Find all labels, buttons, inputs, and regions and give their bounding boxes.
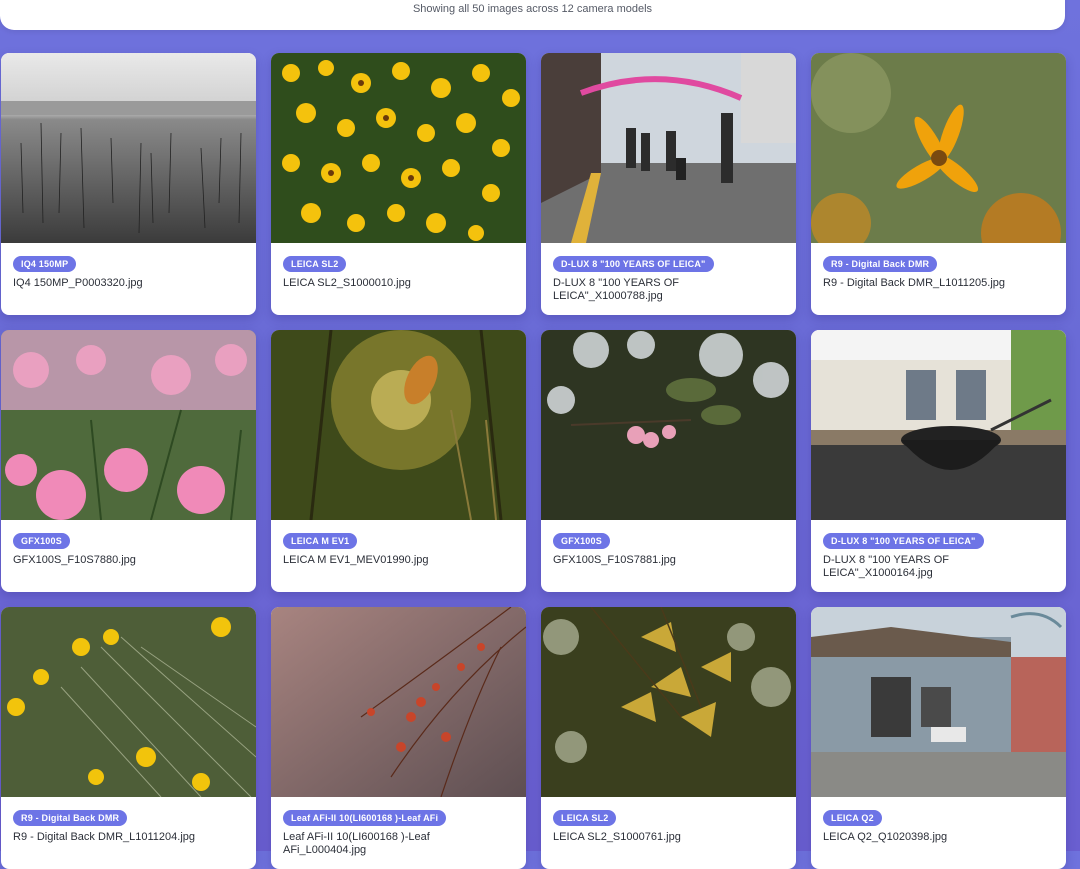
image-filename: LEICA M EV1_MEV01990.jpg xyxy=(283,554,429,566)
image-card[interactable]: D-LUX 8 "100 YEARS OF LEICA" D-LUX 8 "10… xyxy=(811,330,1066,592)
image-card[interactable]: D-LUX 8 "100 YEARS OF LEICA" D-LUX 8 "10… xyxy=(541,53,796,315)
image-thumbnail[interactable] xyxy=(541,53,796,243)
image-card[interactable]: Leaf AFi-II 10(LI600168 )-Leaf AFi Leaf … xyxy=(271,607,526,869)
image-thumbnail[interactable] xyxy=(271,330,526,520)
image-filename: LEICA Q2_Q1020398.jpg xyxy=(823,831,948,843)
image-card[interactable]: LEICA SL2 LEICA SL2_S1000010.jpg xyxy=(271,53,526,315)
image-card[interactable]: R9 - Digital Back DMR R9 - Digital Back … xyxy=(811,53,1066,315)
image-thumbnail[interactable] xyxy=(271,607,526,797)
image-filename: R9 - Digital Back DMR_L1011205.jpg xyxy=(823,277,1005,289)
image-card[interactable]: GFX100S GFX100S_F10S7880.jpg xyxy=(1,330,256,592)
image-card[interactable]: LEICA SL2 LEICA SL2_S1000761.jpg xyxy=(541,607,796,869)
camera-badge: D-LUX 8 "100 YEARS OF LEICA" xyxy=(823,533,984,549)
camera-badge: R9 - Digital Back DMR xyxy=(823,256,938,272)
camera-badge: R9 - Digital Back DMR xyxy=(13,810,128,826)
camera-badge: D-LUX 8 "100 YEARS OF LEICA" xyxy=(553,256,714,272)
image-card[interactable]: LEICA Q2 LEICA Q2_Q1020398.jpg xyxy=(811,607,1066,869)
image-filename: D-LUX 8 "100 YEARS OF LEICA"_X1000164.jp… xyxy=(823,554,949,579)
image-thumbnail[interactable] xyxy=(541,607,796,797)
image-thumbnail[interactable] xyxy=(271,53,526,243)
image-filename: LEICA SL2_S1000010.jpg xyxy=(283,277,411,289)
image-card[interactable]: R9 - Digital Back DMR R9 - Digital Back … xyxy=(1,607,256,869)
image-thumbnail[interactable] xyxy=(1,607,256,797)
camera-badge: LEICA SL2 xyxy=(553,810,617,826)
image-thumbnail[interactable] xyxy=(1,53,256,243)
image-thumbnail[interactable] xyxy=(541,330,796,520)
camera-badge: IQ4 150MP xyxy=(13,256,77,272)
image-filename: GFX100S_F10S7881.jpg xyxy=(553,554,676,566)
image-thumbnail[interactable] xyxy=(811,607,1066,797)
camera-badge: LEICA Q2 xyxy=(823,810,882,826)
image-thumbnail[interactable] xyxy=(811,53,1066,243)
image-grid: IQ4 150MP IQ4 150MP_P0003320.jpg LEICA S… xyxy=(1,53,1066,869)
image-filename: Leaf AFi-II 10(LI600168 )-Leaf AFi_L0004… xyxy=(283,831,430,856)
camera-badge: GFX100S xyxy=(553,533,610,549)
image-thumbnail[interactable] xyxy=(1,330,256,520)
image-filename: R9 - Digital Back DMR_L1011204.jpg xyxy=(13,831,195,843)
image-filename: IQ4 150MP_P0003320.jpg xyxy=(13,277,143,289)
camera-badge: Leaf AFi-II 10(LI600168 )-Leaf AFi xyxy=(283,810,447,826)
image-card[interactable]: LEICA M EV1 LEICA M EV1_MEV01990.jpg xyxy=(271,330,526,592)
gallery-header: Showing all 50 images across 12 camera m… xyxy=(0,0,1065,30)
image-thumbnail[interactable] xyxy=(811,330,1066,520)
image-card[interactable]: GFX100S GFX100S_F10S7881.jpg xyxy=(541,330,796,592)
camera-badge: LEICA SL2 xyxy=(283,256,347,272)
image-filename: LEICA SL2_S1000761.jpg xyxy=(553,831,681,843)
image-card[interactable]: IQ4 150MP IQ4 150MP_P0003320.jpg xyxy=(1,53,256,315)
image-filename: GFX100S_F10S7880.jpg xyxy=(13,554,136,566)
image-filename: D-LUX 8 "100 YEARS OF LEICA"_X1000788.jp… xyxy=(553,277,679,302)
camera-badge: GFX100S xyxy=(13,533,70,549)
camera-badge: LEICA M EV1 xyxy=(283,533,358,549)
gallery-summary: Showing all 50 images across 12 camera m… xyxy=(412,3,653,15)
